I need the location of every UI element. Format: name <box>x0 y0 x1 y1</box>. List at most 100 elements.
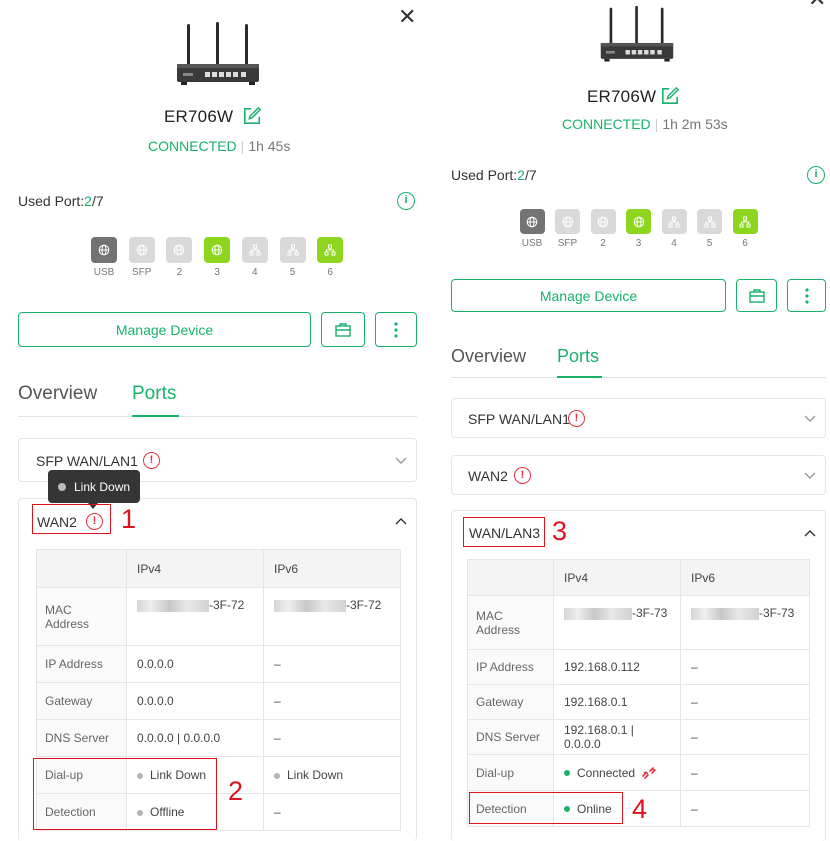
port-6[interactable]: 6 <box>315 237 345 278</box>
table-row: Gateway 192.168.0.1 – <box>467 684 810 720</box>
annotation-number-1: 1 <box>121 504 137 534</box>
port-label: 3 <box>214 267 220 278</box>
link-down-tooltip: Link Down <box>48 470 141 503</box>
tab-ports[interactable]: Ports <box>557 346 599 367</box>
mac-ipv6: -3F-73 <box>680 595 810 650</box>
port-indicator <box>204 237 231 263</box>
port-usb[interactable]: USB <box>517 209 547 249</box>
annotation-number-3: 3 <box>552 516 568 546</box>
table-header-row: IPv4 IPv6 <box>467 559 810 596</box>
used-port: Used Port:2/7 <box>451 167 537 183</box>
table-row: DNS Server 0.0.0.0 | 0.0.0.0 – <box>36 719 401 757</box>
port-indicator <box>697 209 722 234</box>
warning-icon[interactable]: ! <box>514 467 531 484</box>
port-usb[interactable]: USB <box>89 237 119 278</box>
right-panel: ✕ ER706W CONNECTED|1h 2m 53s Used Port:2… <box>432 0 830 841</box>
globe-icon <box>597 216 609 227</box>
port-label: SFP <box>557 238 578 249</box>
manage-device-button[interactable]: Manage Device <box>451 279 726 312</box>
port-indicator <box>555 209 580 234</box>
more-vertical-icon <box>804 287 809 304</box>
chevron-down-icon[interactable] <box>395 457 407 465</box>
port-label: SFP <box>131 267 152 278</box>
disconnect-link-icon[interactable] <box>641 767 657 780</box>
tab-ports[interactable]: Ports <box>132 383 176 405</box>
reboot-button[interactable] <box>321 312 365 347</box>
more-vertical-icon <box>394 321 398 338</box>
connection-status: CONNECTED <box>562 116 651 132</box>
status-dot <box>564 770 570 777</box>
port-indicator <box>519 209 545 234</box>
mac-ipv4: -3F-72 <box>126 587 264 646</box>
port-sfp[interactable]: SFP <box>553 209 583 249</box>
manage-device-button[interactable]: Manage Device <box>18 312 311 347</box>
globe-icon <box>174 244 185 256</box>
port-indicator <box>128 237 155 263</box>
more-button[interactable] <box>375 312 417 347</box>
port-3[interactable]: 3 <box>624 209 654 249</box>
edit-icon[interactable] <box>661 87 679 105</box>
port-indicator <box>661 209 687 234</box>
annotation-box-1 <box>32 504 111 534</box>
port-indicator <box>317 237 344 263</box>
port-indicator <box>732 209 758 234</box>
port-6[interactable]: 6 <box>730 209 760 249</box>
tab-overview[interactable]: Overview <box>451 346 526 367</box>
globe-icon <box>98 244 110 256</box>
network-icon <box>249 244 261 256</box>
close-icon[interactable]: ✕ <box>398 6 416 28</box>
info-icon[interactable]: i <box>807 166 825 184</box>
more-button[interactable] <box>787 279 826 312</box>
annotation-box-4 <box>469 792 623 824</box>
globe-icon <box>136 244 147 256</box>
reboot-button[interactable] <box>736 279 777 312</box>
port-label: 6 <box>742 238 748 249</box>
chevron-up-icon[interactable] <box>395 517 407 525</box>
close-icon[interactable]: ✕ <box>808 0 826 10</box>
network-icon <box>739 216 751 227</box>
section-wan2[interactable]: WAN2 ! <box>451 455 826 495</box>
port-label: 6 <box>327 267 333 278</box>
port-label: 4 <box>671 238 677 249</box>
port-5[interactable]: 5 <box>278 237 308 278</box>
globe-icon <box>562 216 573 227</box>
chevron-down-icon[interactable] <box>804 472 816 480</box>
warning-icon[interactable]: ! <box>568 410 585 427</box>
port-5[interactable]: 5 <box>695 209 725 249</box>
annotation-number-2: 2 <box>228 776 244 806</box>
table-row: IP Address 192.168.0.112 – <box>467 649 810 685</box>
chevron-up-icon[interactable] <box>804 529 816 537</box>
network-icon <box>704 216 715 227</box>
annotation-box-3 <box>463 517 545 547</box>
status-line: CONNECTED | 1h 2m 53s <box>562 116 728 132</box>
uptime: 1h 2m 53s <box>662 116 728 132</box>
toolbox-icon <box>335 322 351 337</box>
port-label: USB <box>93 267 115 278</box>
section-sfp-wan-lan1[interactable]: SFP WAN/LAN1 ! <box>451 398 826 438</box>
annotation-number-4: 4 <box>632 794 648 824</box>
edit-icon[interactable] <box>243 107 261 125</box>
port-label: USB <box>521 238 543 249</box>
globe-icon <box>633 216 644 227</box>
chevron-down-icon[interactable] <box>804 415 816 423</box>
port-indicator <box>590 209 616 234</box>
section-title: WAN2 <box>468 468 508 484</box>
port-2[interactable]: 2 <box>164 237 194 278</box>
port-4[interactable]: 4 <box>659 209 689 249</box>
table-row: MAC Address -3F-73 -3F-73 <box>467 595 810 650</box>
status-line: CONNECTED | 1h 45s <box>148 138 291 154</box>
router-image <box>600 5 674 62</box>
port-indicator <box>626 209 651 234</box>
device-name: ER706W <box>587 87 657 106</box>
port-4[interactable]: 4 <box>240 237 270 278</box>
globe-icon <box>526 216 538 227</box>
port-3[interactable]: 3 <box>202 237 232 278</box>
warning-icon[interactable]: ! <box>143 452 160 469</box>
network-icon <box>324 244 336 256</box>
port-sfp[interactable]: SFP <box>127 237 157 278</box>
mac-ipv6: -3F-72 <box>263 587 401 646</box>
info-icon[interactable]: i <box>397 192 415 210</box>
port-2[interactable]: 2 <box>588 209 618 249</box>
section-title: SFP WAN/LAN1 <box>468 411 570 427</box>
tab-overview[interactable]: Overview <box>18 383 97 405</box>
